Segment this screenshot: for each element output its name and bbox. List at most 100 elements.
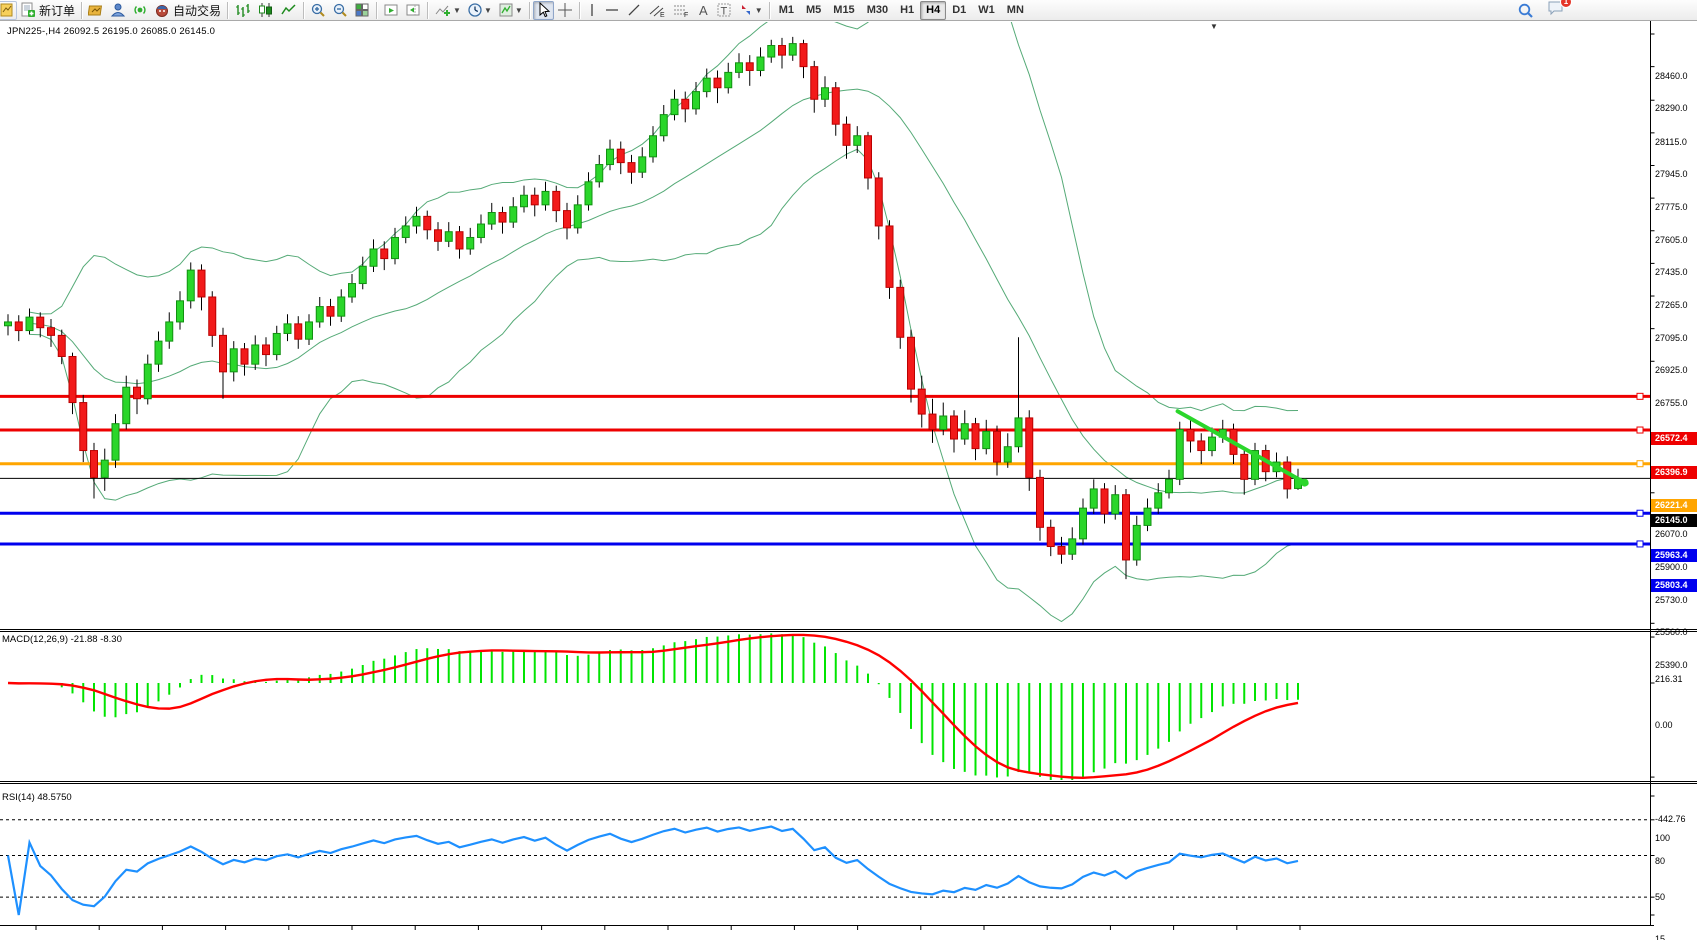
horizontal-line-button[interactable] <box>601 1 623 20</box>
vertical-line-button[interactable] <box>583 1 601 20</box>
toolbar-separator <box>427 2 428 19</box>
price-tick-label: 25730.0 <box>1655 595 1688 605</box>
timeframe-button-m1[interactable]: M1 <box>773 1 800 20</box>
price-tick-label: 26755.0 <box>1655 398 1688 408</box>
price-tick-label: 25390.0 <box>1655 660 1688 670</box>
bars-icon[interactable] <box>231 1 254 20</box>
auto-scroll-button[interactable] <box>380 1 402 20</box>
fibonacci-button[interactable]: F <box>669 1 693 20</box>
cursor-button[interactable] <box>533 1 554 20</box>
text-button[interactable]: A <box>693 1 713 20</box>
price-tick-label: 28290.0 <box>1655 103 1688 113</box>
line-handle[interactable] <box>1637 541 1643 547</box>
autotrading-button[interactable]: 自动交易 <box>151 1 224 20</box>
signals-icon[interactable] <box>129 1 151 20</box>
svg-text:A: A <box>699 3 708 18</box>
indicators-button[interactable]: ▼ <box>431 1 464 20</box>
chevron-down-icon: ▼ <box>755 6 763 15</box>
timeframe-button-d1[interactable]: D1 <box>946 1 972 20</box>
line-handle[interactable] <box>1637 510 1643 516</box>
price-tick-label: 26925.0 <box>1655 365 1688 375</box>
price-line-label: 25803.4 <box>1651 579 1697 592</box>
notifications-button[interactable]: 1 <box>1547 0 1565 21</box>
chart-canvas[interactable] <box>0 21 1697 940</box>
timeframe-button-w1[interactable]: W1 <box>972 1 1001 20</box>
toolbar-separator <box>81 2 82 19</box>
new-order-button[interactable]: 新订单 <box>17 1 78 20</box>
svg-text:E: E <box>660 12 665 18</box>
toolbar-separator <box>529 2 530 19</box>
chart-shift-marker: ▼ <box>1210 22 1218 31</box>
toolbar-separator <box>227 2 228 19</box>
chart-window: JPN225-,H4 26092.5 26195.0 26085.0 26145… <box>0 21 1697 940</box>
symbol-ohlc-info: JPN225-,H4 26092.5 26195.0 26085.0 26145… <box>7 26 215 37</box>
timeframe-button-h4[interactable]: H4 <box>920 1 946 20</box>
profile-icon[interactable] <box>107 1 129 20</box>
price-tick-label: 25560.0 <box>1655 627 1688 637</box>
macd-indicator-label: MACD(12,26,9) -21.88 -8.30 <box>2 634 122 645</box>
price-tick-label: 27945.0 <box>1655 169 1688 179</box>
price-tick-label: 25900.0 <box>1655 562 1688 572</box>
candlesticks <box>5 37 1302 579</box>
price-tick-label: 28115.0 <box>1655 137 1687 147</box>
periods-button[interactable]: ▼ <box>464 1 495 20</box>
line-handle[interactable] <box>1637 393 1643 399</box>
templates-button[interactable]: ▼ <box>495 1 526 20</box>
notification-badge: 1 <box>1560 0 1572 8</box>
zoom-in-button[interactable] <box>307 1 329 20</box>
channel-button[interactable]: E <box>645 1 669 20</box>
chevron-down-icon: ▼ <box>453 6 461 15</box>
crosshair-button[interactable] <box>554 1 576 20</box>
line-handle[interactable] <box>1637 461 1643 467</box>
line-handle[interactable] <box>1637 427 1643 433</box>
timeframe-button-m15[interactable]: M15 <box>827 1 860 20</box>
toolbar-separator <box>376 2 377 19</box>
price-line-label: 25963.4 <box>1651 549 1697 562</box>
label-button[interactable]: T <box>713 1 735 20</box>
tile-windows-icon[interactable] <box>351 1 373 20</box>
chevron-down-icon: ▼ <box>484 6 492 15</box>
line-chart-icon[interactable] <box>277 1 300 20</box>
chart-shift-button[interactable] <box>402 1 424 20</box>
timeframe-toolbar: M1M5M15M30H1H4D1W1MN <box>773 0 1030 20</box>
price-tick-label: 26070.0 <box>1655 529 1688 539</box>
charts-icon[interactable] <box>85 1 107 20</box>
rsi-tick-label: 80 <box>1655 856 1665 866</box>
rsi-indicator-label: RSI(14) 48.5750 <box>2 792 72 803</box>
price-line-label: 26145.0 <box>1651 514 1697 527</box>
trendline-button[interactable] <box>623 1 645 20</box>
toolbar-separator <box>303 2 304 19</box>
time-axis[interactable] <box>0 925 1654 940</box>
search-icon[interactable] <box>1514 1 1537 20</box>
price-tick-label: 27095.0 <box>1655 333 1688 343</box>
rsi-tick-label: 100 <box>1655 833 1670 843</box>
new-order-label: 新订单 <box>39 2 75 19</box>
price-tick-label: 27775.0 <box>1655 202 1688 212</box>
price-tick-label: 28460.0 <box>1655 71 1688 81</box>
timeframe-button-m30[interactable]: M30 <box>861 1 894 20</box>
macd-tick-label: 0.00 <box>1655 720 1673 730</box>
timeframe-button-mn[interactable]: MN <box>1001 1 1030 20</box>
price-tick-label: 27265.0 <box>1655 300 1688 310</box>
macd-tick-label: 216.31 <box>1655 674 1683 684</box>
chevron-down-icon: ▼ <box>515 6 523 15</box>
arrows-button[interactable]: ▼ <box>735 1 766 20</box>
toolbar-separator <box>769 2 770 19</box>
svg-text:F: F <box>684 12 688 18</box>
macd-panel <box>8 633 1298 783</box>
toolbar-separator <box>579 2 580 19</box>
main-toolbar: 新订单 自动交易 <box>0 0 1697 21</box>
autotrading-label: 自动交易 <box>173 2 221 19</box>
price-line-label: 26572.4 <box>1651 432 1697 445</box>
price-line-label: 26396.9 <box>1651 466 1697 479</box>
timeframe-button-m5[interactable]: M5 <box>800 1 827 20</box>
rsi-tick-label: 15 <box>1655 934 1665 940</box>
new-chart-icon[interactable] <box>0 1 17 20</box>
rsi-panel <box>0 820 1651 915</box>
candles-icon[interactable] <box>254 1 277 20</box>
price-tick-label: 27605.0 <box>1655 235 1688 245</box>
svg-text:T: T <box>720 6 727 18</box>
zoom-out-button[interactable] <box>329 1 351 20</box>
timeframe-button-h1[interactable]: H1 <box>894 1 920 20</box>
price-line-label: 26221.4 <box>1651 499 1697 512</box>
